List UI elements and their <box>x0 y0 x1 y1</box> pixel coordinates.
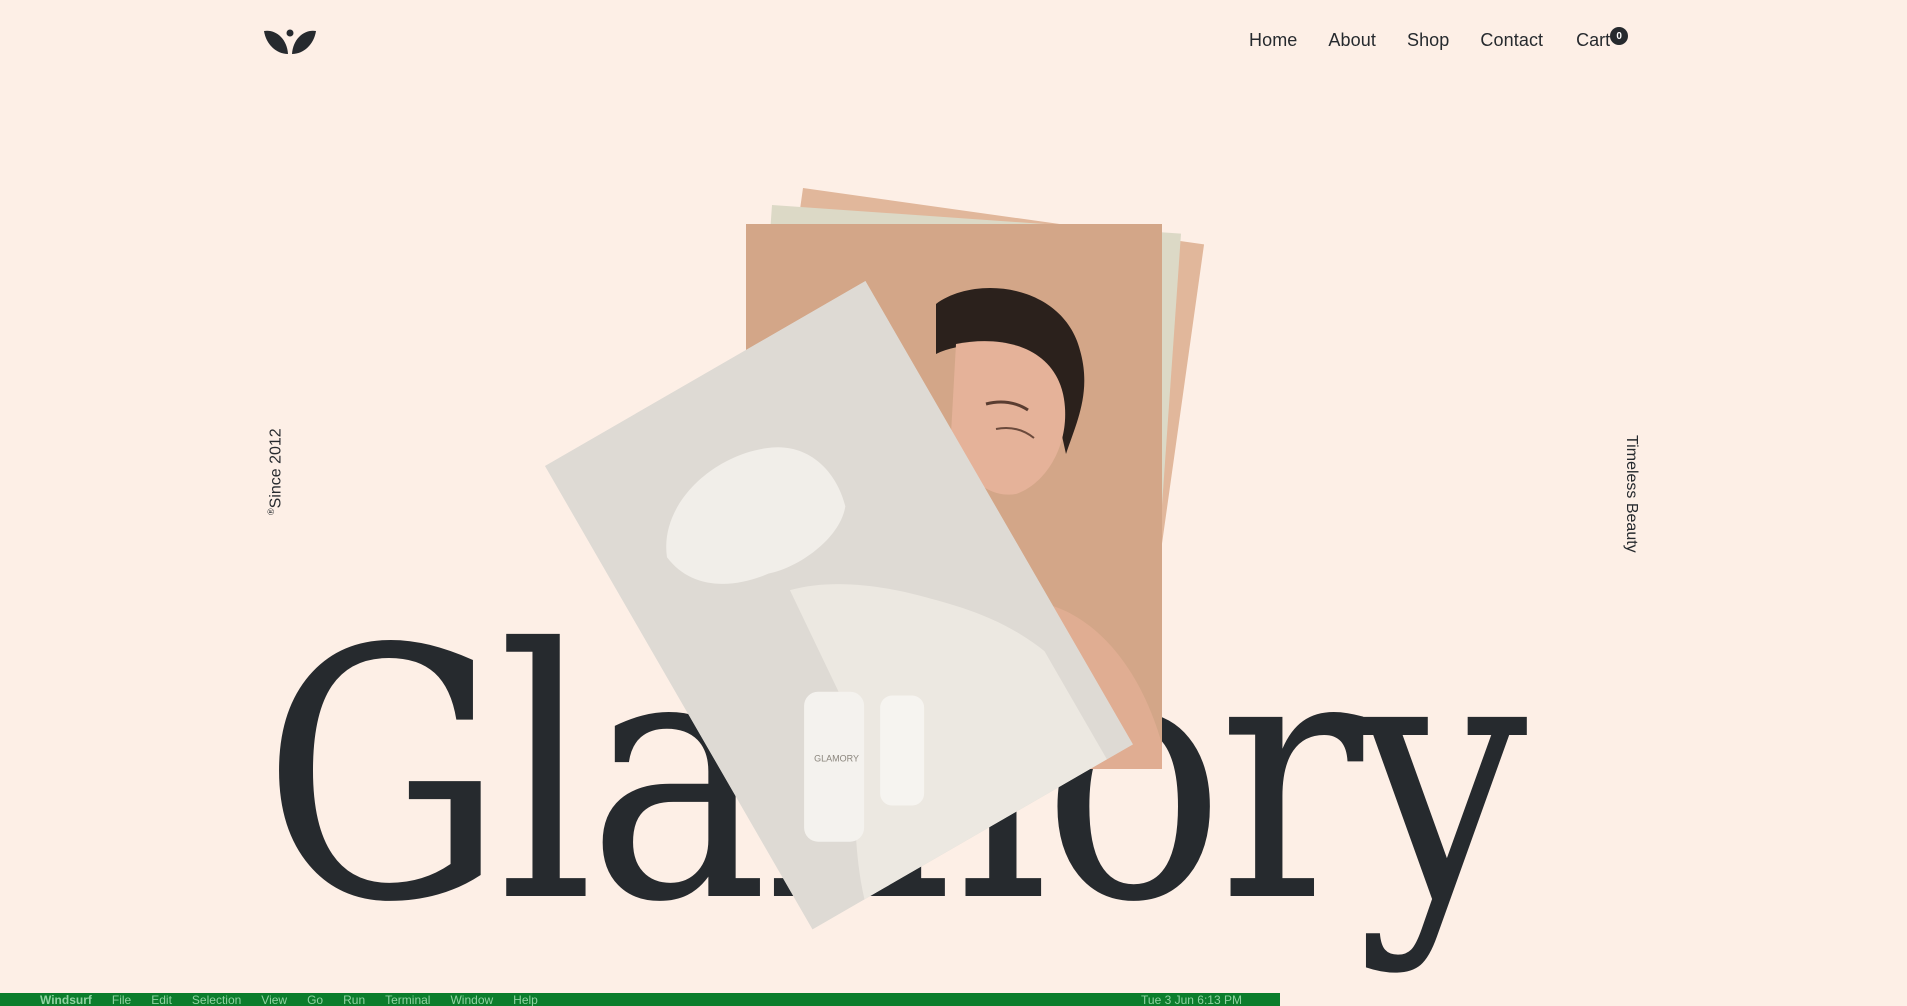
timeless-beauty-label: Timeless Beauty <box>1623 435 1640 553</box>
registered-mark: ® <box>266 508 276 515</box>
os-menubar: Windsurf File Edit Selection View Go Run… <box>0 993 1280 1006</box>
since-text: Since 2012 <box>267 428 285 509</box>
cart-link[interactable]: Cart 0 <box>1576 27 1629 51</box>
menubar-clock[interactable]: Tue 3 Jun 6:13 PM <box>1141 993 1242 1006</box>
leaf-logo-icon[interactable] <box>263 26 317 56</box>
since-label: ®Since 2012 <box>266 428 285 515</box>
nav-contact[interactable]: Contact <box>1480 30 1543 51</box>
menu-run[interactable]: Run <box>343 993 365 1006</box>
nav-home[interactable]: Home <box>1249 30 1297 51</box>
cart-count-badge: 0 <box>1610 27 1629 45</box>
menu-go[interactable]: Go <box>307 993 323 1006</box>
main-nav: Home About Shop Contact Cart 0 <box>1249 27 1629 51</box>
menu-terminal[interactable]: Terminal <box>385 993 430 1006</box>
menu-view[interactable]: View <box>261 993 287 1006</box>
menu-window[interactable]: Window <box>450 993 493 1006</box>
bottle-label: GLAMORY <box>814 754 859 764</box>
nav-shop[interactable]: Shop <box>1407 30 1449 51</box>
nav-about[interactable]: About <box>1328 30 1376 51</box>
menu-file[interactable]: File <box>112 993 131 1006</box>
cart-label: Cart <box>1576 30 1611 50</box>
menu-help[interactable]: Help <box>513 993 538 1006</box>
landing-page: Home About Shop Contact Cart 0 ®Since 20… <box>0 0 1907 993</box>
menubar-app-name[interactable]: Windsurf <box>40 993 92 1006</box>
menu-selection[interactable]: Selection <box>192 993 241 1006</box>
menu-edit[interactable]: Edit <box>151 993 172 1006</box>
